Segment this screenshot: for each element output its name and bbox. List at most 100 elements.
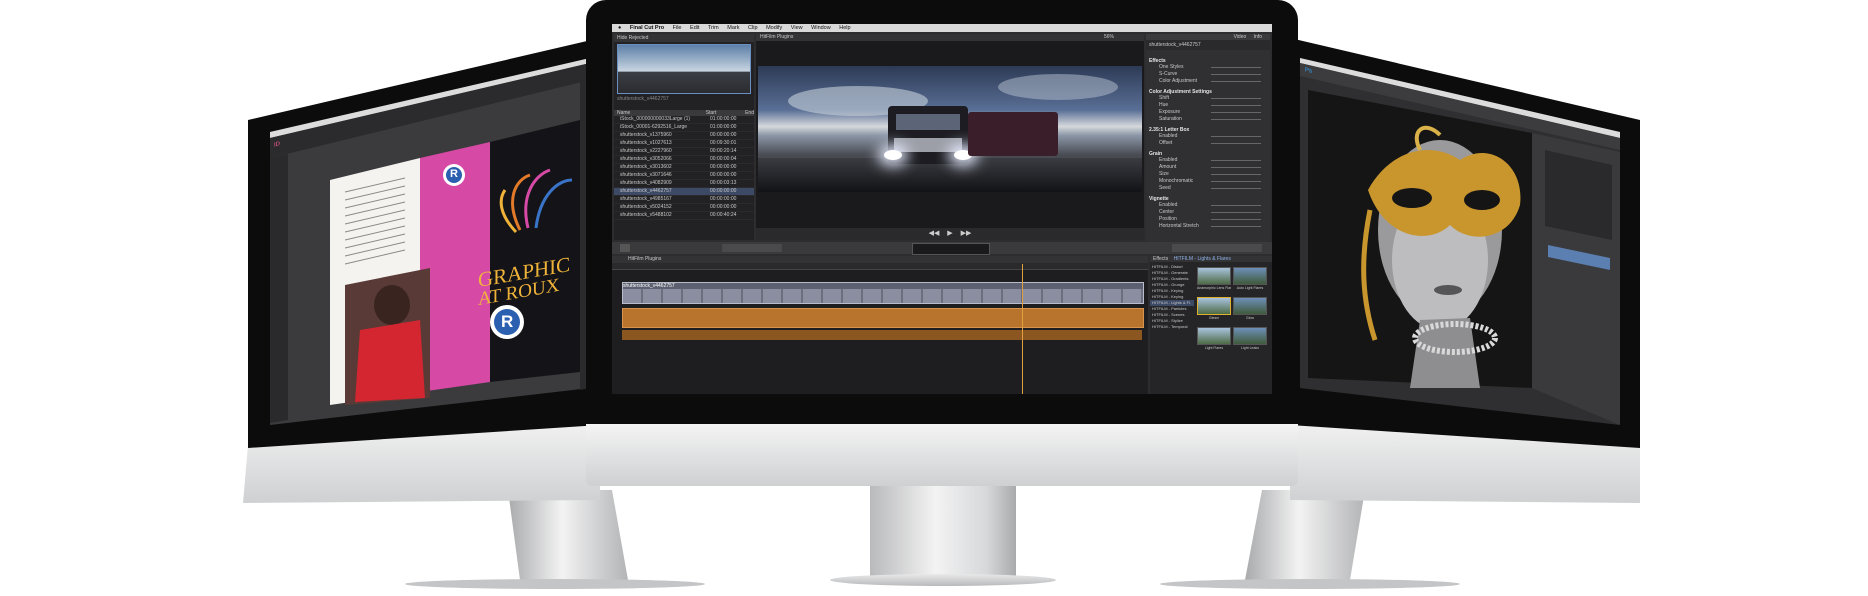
menu-trim[interactable]: Trim [708, 25, 719, 31]
menu-mark[interactable]: Mark [727, 25, 739, 31]
effect-thumbnail[interactable]: Light Flares [1197, 327, 1231, 351]
inspector-field[interactable]: Monochromatic [1149, 178, 1267, 185]
inspector-field[interactable]: Color Adjustment [1149, 78, 1267, 85]
browser-row[interactable]: shutterstock_v4462757 00:00:00:00 [614, 188, 754, 196]
inspector-field-label: Enabled [1159, 157, 1178, 163]
inspector-field[interactable]: Amount [1149, 164, 1267, 171]
inspector-field[interactable]: Size [1149, 171, 1267, 178]
inspector-field[interactable]: Position [1149, 216, 1267, 223]
inspector-field[interactable]: Hue [1149, 102, 1267, 109]
browser-row[interactable]: shutterstock_v3052066 00:00:00:04 [614, 156, 754, 164]
browser-row[interactable]: shutterstock_v3013602 00:00:00:00 [614, 164, 754, 172]
right-stand [1245, 490, 1365, 580]
menu-clip[interactable]: Clip [748, 25, 757, 31]
menu-view[interactable]: View [791, 25, 803, 31]
header-end[interactable]: End [745, 110, 754, 116]
inspector-slider[interactable] [1211, 160, 1261, 161]
effects-category-item[interactable]: HITFILM - Temporal [1150, 324, 1194, 330]
browser-row-start: 00:00:00:00 [710, 188, 737, 194]
inspector-field[interactable]: Exposure [1149, 109, 1267, 116]
inspector-slider[interactable] [1211, 119, 1261, 120]
truck [884, 106, 972, 164]
playhead[interactable] [1022, 264, 1023, 394]
browser-filter[interactable]: Hide Rejected [614, 34, 754, 42]
inspector-slider[interactable] [1211, 81, 1261, 82]
effect-thumbnail[interactable]: Light Leaks [1233, 327, 1267, 351]
inspector-slider[interactable] [1211, 226, 1261, 227]
inspector-tab-video[interactable]: Video [1234, 34, 1247, 40]
inspector-slider[interactable] [1211, 143, 1261, 144]
inspector-field[interactable]: Shift [1149, 95, 1267, 102]
timeline-ruler [612, 263, 1148, 270]
browser-row[interactable]: iStock_000000000033Large (1) 01:00:00:00 [614, 116, 754, 124]
effect-thumbnail[interactable]: Anamorphic Lens Flare [1197, 267, 1231, 291]
browser-row[interactable]: shutterstock_v5488102 00:00:40:24 [614, 212, 754, 220]
menu-modify[interactable]: Modify [766, 25, 782, 31]
menu-window[interactable]: Window [811, 25, 831, 31]
toolbar-tools[interactable] [722, 244, 782, 252]
inspector-slider[interactable] [1211, 219, 1261, 220]
inspector-field[interactable]: Enabled [1149, 133, 1267, 140]
effect-thumbnail[interactable]: Gleam [1197, 297, 1231, 321]
browser-row[interactable]: iStock_00001-6292516_Large 01:00:00:00 [614, 124, 754, 132]
inspector-slider[interactable] [1211, 174, 1261, 175]
inspector-slider[interactable] [1211, 188, 1261, 189]
inspector-field-label: S-Curve [1159, 71, 1178, 77]
inspector-tab-info[interactable]: Info [1254, 34, 1262, 40]
inspector-slider[interactable] [1211, 67, 1261, 68]
timeline-clip[interactable]: shutterstock_v4462757 [622, 282, 1144, 304]
inspector-field[interactable]: Saturation [1149, 116, 1267, 123]
menu-app[interactable]: Final Cut Pro [630, 25, 664, 31]
inspector-slider[interactable] [1211, 136, 1261, 137]
effect-label: Light Flares [1204, 346, 1224, 350]
rewind-icon[interactable]: ◀◀ [929, 230, 940, 237]
forward-icon[interactable]: ▶▶ [961, 230, 972, 237]
browser-filmstrip[interactable] [617, 44, 751, 94]
effect-thumbnail[interactable]: Glow [1233, 297, 1267, 321]
audio-track[interactable] [622, 308, 1144, 328]
browser-row-name: shutterstock_v3071646 [620, 172, 672, 178]
inspector-slider[interactable] [1211, 205, 1261, 206]
browser-row[interactable]: shutterstock_v5024152 00:00:00:00 [614, 204, 754, 212]
toolbar-effects-buttons[interactable] [1172, 244, 1262, 252]
audio-track-2[interactable] [622, 330, 1142, 340]
inspector-slider[interactable] [1211, 112, 1261, 113]
inspector-field-label: Monochromatic [1159, 178, 1194, 184]
effect-thumbnail[interactable]: Auto Light Flares [1233, 267, 1267, 291]
inspector-field[interactable]: One Styles [1149, 64, 1267, 71]
viewer-titlebar: HitFilm Plugins 56% [756, 34, 1144, 41]
inspector-slider[interactable] [1211, 181, 1261, 182]
inspector-slider[interactable] [1211, 212, 1261, 213]
effects-category: HITFILM - Lights & Flares [1173, 256, 1231, 262]
browser-row-start: 01:00:00:00 [710, 124, 737, 130]
inspector-field[interactable]: Seed [1149, 185, 1267, 192]
inspector-field[interactable]: Enabled [1149, 157, 1267, 164]
inspector-field[interactable]: S-Curve [1149, 71, 1267, 78]
inspector-slider[interactable] [1211, 98, 1261, 99]
browser-row-start: 01:00:00:00 [710, 116, 737, 122]
inspector-field[interactable]: Horizontal Stretch [1149, 223, 1267, 230]
apple-icon[interactable]: ● [618, 25, 621, 31]
viewer-title: HitFilm Plugins [760, 34, 794, 40]
menu-help[interactable]: Help [839, 25, 850, 31]
viewer-video[interactable] [758, 66, 1142, 192]
toolbar-import-icon[interactable] [620, 244, 630, 252]
browser-row[interactable]: shutterstock_v3071646 00:00:00:00 [614, 172, 754, 180]
inspector-field[interactable]: Center [1149, 209, 1267, 216]
browser-row[interactable]: shutterstock_v4082909 00:00:03:13 [614, 180, 754, 188]
browser-row[interactable]: shutterstock_v2227960 00:00:20:14 [614, 148, 754, 156]
inspector-field[interactable]: Offset [1149, 140, 1267, 147]
browser-row[interactable]: shutterstock_v1375960 00:00:00:00 [614, 132, 754, 140]
effect-preview-image [1233, 327, 1267, 345]
viewer-zoom[interactable]: 56% [1104, 34, 1114, 40]
browser-row[interactable]: shutterstock_v1027613 00:09:30:01 [614, 140, 754, 148]
inspector-slider[interactable] [1211, 105, 1261, 106]
menu-file[interactable]: File [673, 25, 682, 31]
inspector-slider[interactable] [1211, 74, 1261, 75]
browser-row[interactable]: shutterstock_v4985167 00:00:00:00 [614, 196, 754, 204]
play-icon[interactable]: ▶ [947, 230, 952, 237]
inspector-field-label: Hue [1159, 102, 1169, 108]
inspector-slider[interactable] [1211, 167, 1261, 168]
inspector-field[interactable]: Enabled [1149, 202, 1267, 209]
menu-edit[interactable]: Edit [690, 25, 699, 31]
